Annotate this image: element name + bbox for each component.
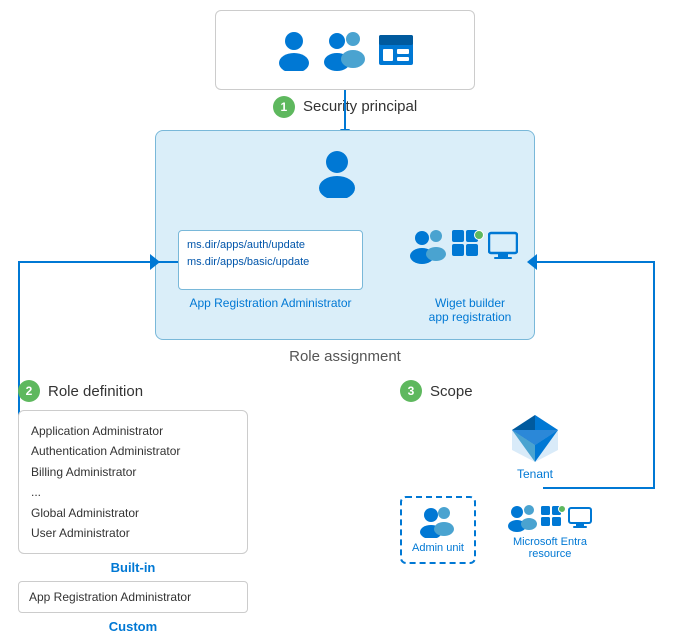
widget-line2: app registration xyxy=(429,310,512,324)
scope-content: Tenant Admin unit xyxy=(400,410,670,568)
green-dot xyxy=(474,230,484,240)
permission-line-1: ms.dir/apps/auth/update xyxy=(187,237,354,254)
widget-group-icon xyxy=(410,228,448,264)
tenant-icon xyxy=(508,410,563,465)
badge-3: 3 xyxy=(400,380,422,402)
role-def-title: 2 Role definition xyxy=(18,380,248,402)
role-builtin-4: Global Administrator xyxy=(31,503,235,523)
entra-monitor-icon xyxy=(568,507,592,529)
ms-entra-box: Microsoft Entra resource xyxy=(496,496,604,568)
grid-icon-wrapper xyxy=(452,230,484,262)
badge-2: 2 xyxy=(18,380,40,402)
ms-entra-icons xyxy=(508,504,592,532)
entra-label-line2: resource xyxy=(529,548,572,560)
role-def-custom-box: App Registration Administrator xyxy=(18,581,248,613)
person-center-icon xyxy=(315,148,359,198)
tenant-label: Tenant xyxy=(517,467,553,481)
widget-line1: Wiget builder xyxy=(435,296,505,310)
person-role-icon xyxy=(315,148,359,198)
widget-icons-row xyxy=(410,228,518,264)
user-icon xyxy=(275,29,313,71)
scope-section: 3 Scope Tenant xyxy=(400,380,670,568)
ms-entra-label: Microsoft Entra resource xyxy=(513,536,587,560)
diagram-container: 1 Security principal ms.dir/apps/auth/up… xyxy=(0,0,690,619)
admin-unit-group-icon xyxy=(420,506,456,538)
monitor-icon xyxy=(488,231,518,261)
scope-title-text: Scope xyxy=(430,383,473,400)
admin-unit-label: Admin unit xyxy=(412,542,464,554)
role-builtin-3: Billing Administrator xyxy=(31,462,235,482)
app-reg-admin-label: App Registration Administrator xyxy=(178,296,363,310)
custom-role-text: App Registration Administrator xyxy=(29,590,191,604)
role-def-title-text: Role definition xyxy=(48,383,143,400)
permission-line-2: ms.dir/apps/basic/update xyxy=(187,254,354,271)
security-principal-text: Security principal xyxy=(303,98,417,115)
right-horizontal-arrow xyxy=(535,261,655,263)
role-assignment-label: Role assignment xyxy=(155,348,535,365)
custom-label: Custom xyxy=(18,619,248,634)
app-icon xyxy=(377,29,415,71)
permission-box: ms.dir/apps/auth/update ms.dir/apps/basi… xyxy=(178,230,363,290)
entra-group-icon xyxy=(508,504,538,532)
role-builtin-2: Authentication Administrator xyxy=(31,441,235,461)
widget-label: Wiget builder app registration xyxy=(400,296,540,324)
right-arrow-head xyxy=(527,254,537,270)
widget-area xyxy=(410,228,518,264)
tenant-row: Tenant xyxy=(400,410,670,481)
badge-1: 1 xyxy=(273,96,295,118)
arrow-down xyxy=(344,90,346,130)
entra-grid-wrapper xyxy=(541,506,565,530)
entra-green-dot xyxy=(558,505,566,513)
role-builtin-1: Application Administrator xyxy=(31,421,235,441)
role-builtin-5: User Administrator xyxy=(31,523,235,543)
scope-bottom-row: Admin unit xyxy=(400,496,670,568)
role-definition-section: 2 Role definition Application Administra… xyxy=(18,380,248,634)
builtin-label: Built-in xyxy=(18,560,248,575)
role-builtin-ellipsis: ... xyxy=(31,482,235,502)
scope-title: 3 Scope xyxy=(400,380,670,402)
group-icon xyxy=(323,29,367,71)
left-arrow-head xyxy=(150,254,160,270)
security-principal-box xyxy=(215,10,475,90)
admin-unit-box: Admin unit xyxy=(400,496,476,564)
role-def-builtin-box: Application Administrator Authentication… xyxy=(18,410,248,554)
entra-label-line1: Microsoft Entra xyxy=(513,536,587,548)
